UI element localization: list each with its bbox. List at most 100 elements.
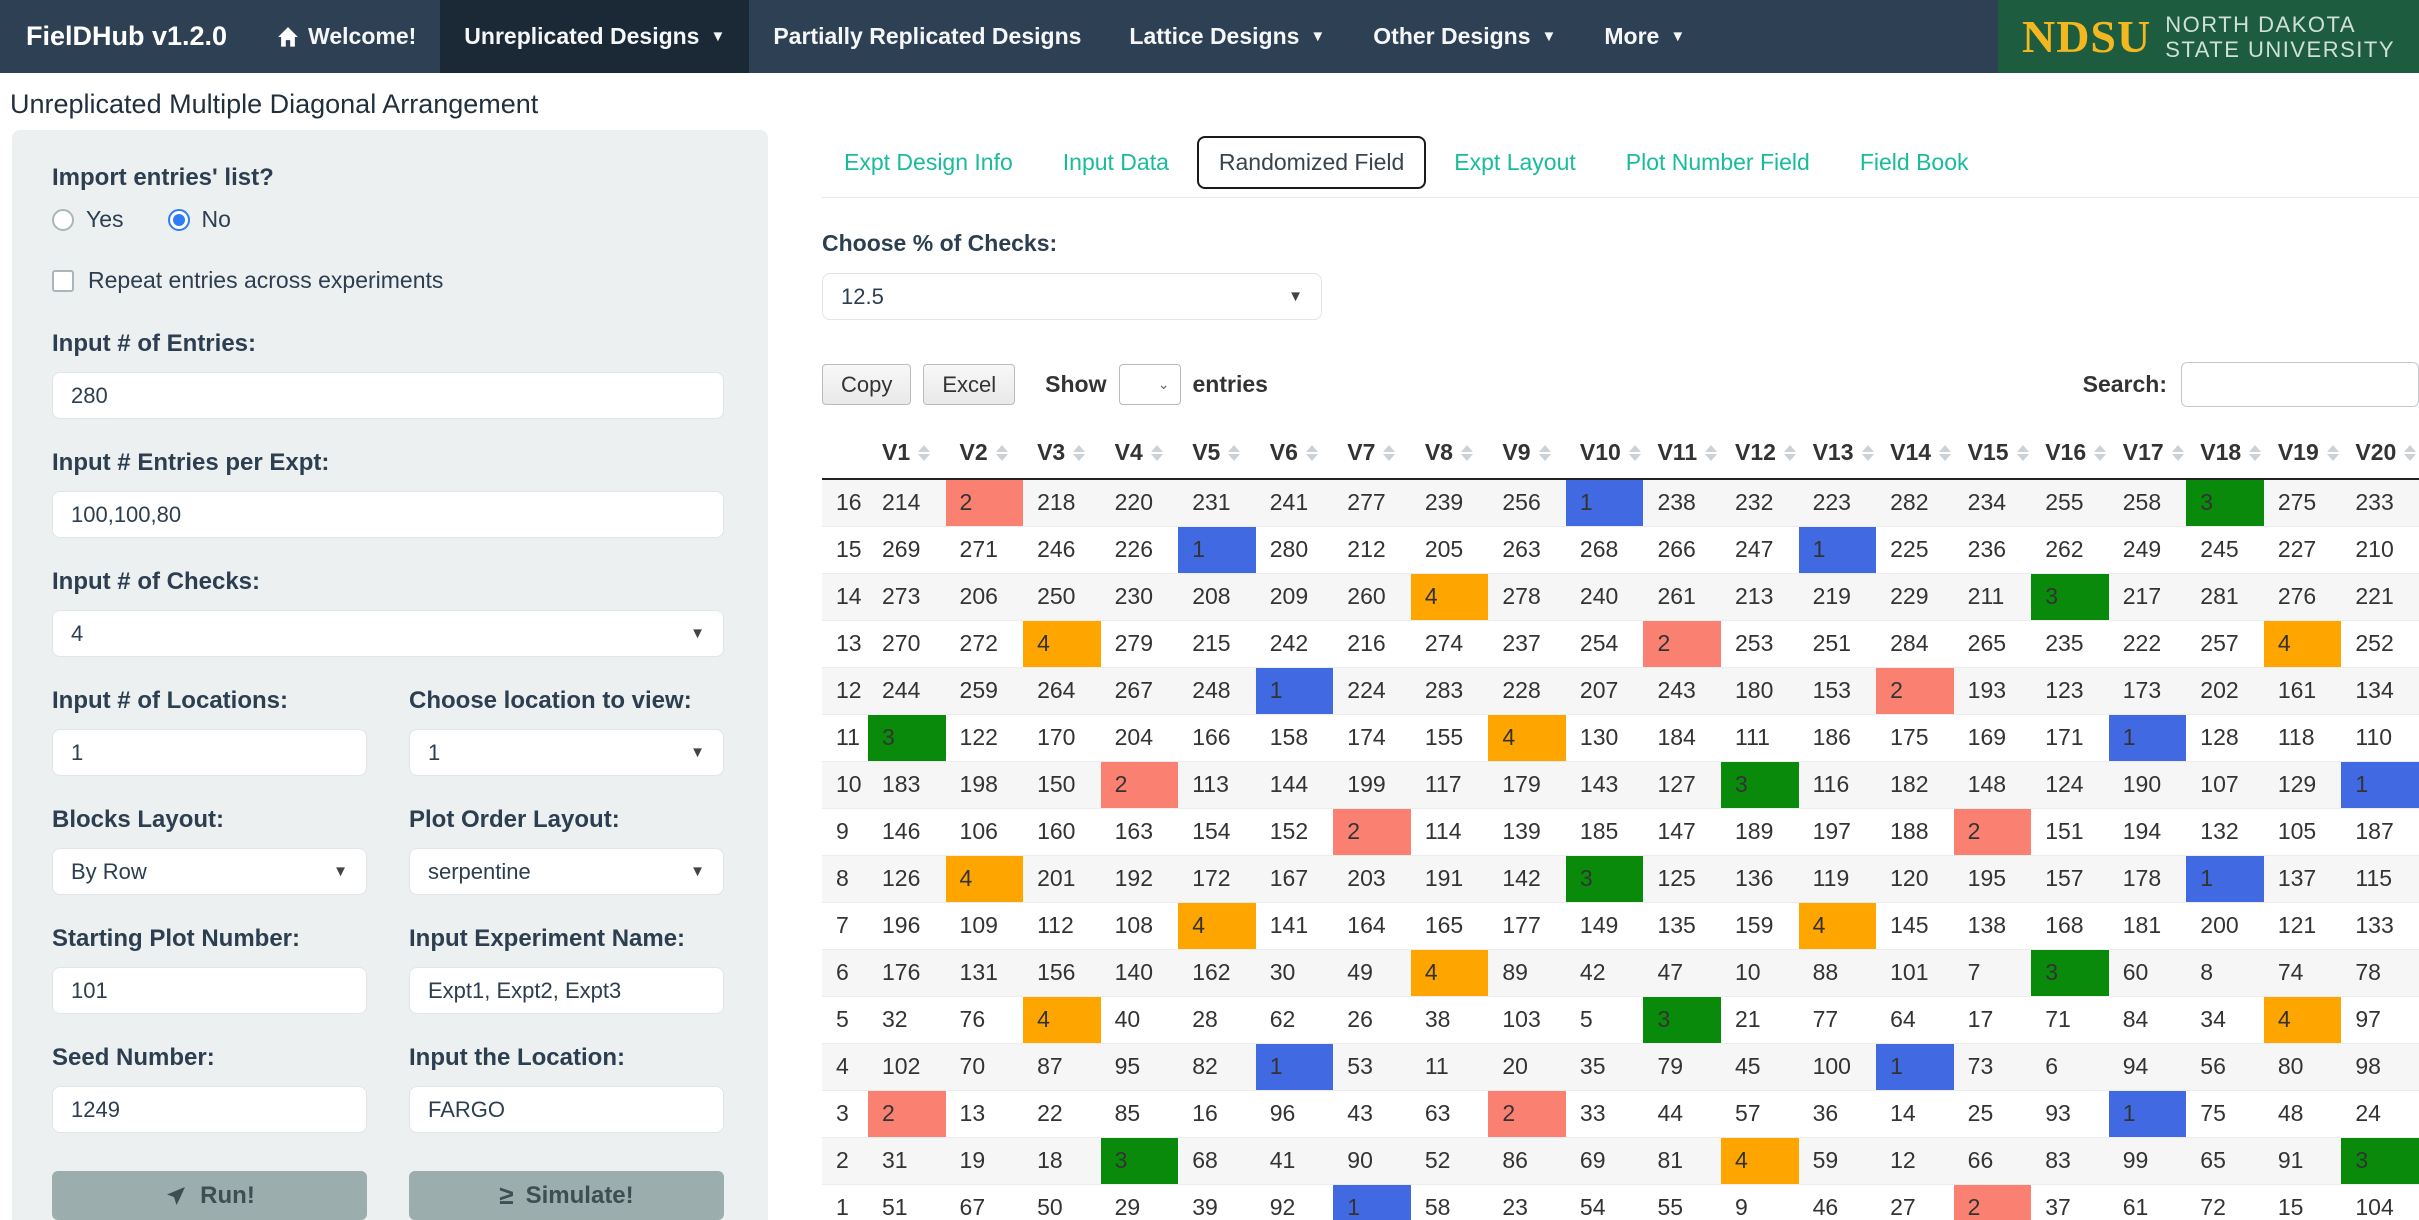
column-header-V6[interactable]: V6 (1256, 433, 1334, 479)
column-header-V15[interactable]: V15 (1954, 433, 2032, 479)
search-input[interactable] (2181, 362, 2419, 407)
entry-plot-cell: 186 (1799, 714, 1877, 761)
entry-plot-cell: 167 (1256, 855, 1334, 902)
sort-icon (1383, 445, 1395, 461)
entry-plot-cell: 179 (1488, 761, 1566, 808)
column-header-V10[interactable]: V10 (1566, 433, 1644, 479)
entry-plot-cell: 138 (1954, 902, 2032, 949)
entry-plot-cell: 149 (1566, 902, 1644, 949)
column-header-V11[interactable]: V11 (1643, 433, 1721, 479)
expt-name-input[interactable]: Expt1, Expt2, Expt3 (409, 967, 724, 1014)
tab-expt-layout[interactable]: Expt Layout (1432, 136, 1597, 189)
entry-plot-cell: 21 (1721, 996, 1799, 1043)
repeat-entries-checkbox[interactable]: Repeat entries across experiments (52, 267, 724, 294)
entry-plot-cell: 193 (1954, 667, 2032, 714)
column-header-V20[interactable]: V20 (2341, 433, 2419, 479)
entry-plot-cell: 266 (1643, 526, 1721, 573)
location-input[interactable]: FARGO (409, 1086, 724, 1133)
location-view-select[interactable]: 1 ▼ (409, 729, 724, 776)
check-plot-cell: 1 (1799, 526, 1877, 573)
column-header-V16[interactable]: V16 (2031, 433, 2109, 479)
nav-item-unreplicated-designs[interactable]: Unreplicated Designs ▼ (440, 0, 749, 73)
entry-plot-cell: 135 (1643, 902, 1721, 949)
entry-plot-cell: 59 (1799, 1137, 1877, 1184)
entry-plot-cell: 123 (2031, 667, 2109, 714)
plot-order-select[interactable]: serpentine ▼ (409, 848, 724, 895)
sort-icon (2249, 445, 2261, 461)
copy-button[interactable]: Copy (822, 364, 911, 405)
starting-plot-input[interactable]: 101 (52, 967, 367, 1014)
entry-plot-cell: 58 (1411, 1184, 1489, 1220)
entry-plot-cell: 103 (1488, 996, 1566, 1043)
entry-plot-cell: 29 (1101, 1184, 1179, 1220)
column-header-V5[interactable]: V5 (1178, 433, 1256, 479)
entries-label: Input # of Entries: (52, 330, 724, 358)
locations-input[interactable]: 1 (52, 729, 367, 776)
check-plot-cell: 1 (2109, 714, 2187, 761)
nav-item-other-designs[interactable]: Other Designs ▼ (1349, 0, 1580, 73)
column-header-V17[interactable]: V17 (2109, 433, 2187, 479)
entries-per-expt-input[interactable]: 100,100,80 (52, 491, 724, 538)
column-header-V19[interactable]: V19 (2264, 433, 2342, 479)
blocks-layout-select[interactable]: By Row ▼ (52, 848, 367, 895)
check-plot-cell: 3 (2031, 573, 2109, 620)
checks-percent-select[interactable]: 12.5 ▼ (822, 273, 1322, 320)
nav-item-welcome[interactable]: Welcome! (253, 0, 440, 73)
check-plot-cell: 4 (2264, 620, 2342, 667)
simulate-button[interactable]: ≥ Simulate! (409, 1171, 724, 1220)
entries-input[interactable]: 280 (52, 372, 724, 419)
check-plot-cell: 4 (946, 855, 1024, 902)
page-length-select[interactable]: ⌄ (1119, 364, 1181, 405)
entry-plot-cell: 191 (1411, 855, 1489, 902)
excel-button[interactable]: Excel (923, 364, 1015, 405)
entry-plot-cell: 274 (1411, 620, 1489, 667)
check-plot-cell: 1 (1178, 526, 1256, 573)
column-header-V2[interactable]: V2 (946, 433, 1024, 479)
column-header-V7[interactable]: V7 (1333, 433, 1411, 479)
column-header-V4[interactable]: V4 (1101, 433, 1179, 479)
tab-plot-number-field[interactable]: Plot Number Field (1604, 136, 1832, 189)
column-header-V18[interactable]: V18 (2186, 433, 2264, 479)
nav-item-more[interactable]: More ▼ (1580, 0, 1709, 73)
column-header-V3[interactable]: V3 (1023, 433, 1101, 479)
entry-plot-cell: 229 (1876, 573, 1954, 620)
column-label: V18 (2200, 439, 2241, 466)
run-button[interactable]: Run! (52, 1171, 367, 1220)
column-header-V1[interactable]: V1 (868, 433, 946, 479)
entry-plot-cell: 107 (2186, 761, 2264, 808)
nav-item-partially-replicated-designs[interactable]: Partially Replicated Designs (749, 0, 1105, 73)
row-number-cell: 11 (822, 714, 868, 761)
seed-input[interactable]: 1249 (52, 1086, 367, 1133)
row-number-cell: 7 (822, 902, 868, 949)
column-header-V14[interactable]: V14 (1876, 433, 1954, 479)
entry-plot-cell: 192 (1101, 855, 1179, 902)
entry-plot-cell: 30 (1256, 949, 1334, 996)
tab-input-data[interactable]: Input Data (1041, 136, 1191, 189)
entry-plot-cell: 277 (1333, 479, 1411, 526)
entry-plot-cell: 205 (1411, 526, 1489, 573)
entry-plot-cell: 269 (868, 526, 946, 573)
column-header-V13[interactable]: V13 (1799, 433, 1877, 479)
entry-plot-cell: 106 (946, 808, 1024, 855)
checks-select[interactable]: 4 ▼ (52, 610, 724, 657)
blocks-layout-label: Blocks Layout: (52, 806, 367, 834)
nav-item-lattice-designs[interactable]: Lattice Designs ▼ (1105, 0, 1349, 73)
column-header-V9[interactable]: V9 (1488, 433, 1566, 479)
entry-plot-cell: 243 (1643, 667, 1721, 714)
tab-randomized-field[interactable]: Randomized Field (1197, 136, 1426, 189)
entry-plot-cell: 278 (1488, 573, 1566, 620)
entry-plot-cell: 42 (1566, 949, 1644, 996)
paper-plane-icon (164, 1184, 188, 1208)
main-panel: Expt Design Info Input Data Randomized F… (768, 130, 2419, 1220)
radio-yes[interactable]: Yes (52, 206, 124, 233)
check-plot-cell: 2 (1333, 808, 1411, 855)
column-header-V8[interactable]: V8 (1411, 433, 1489, 479)
tab-expt-design-info[interactable]: Expt Design Info (822, 136, 1035, 189)
radio-no[interactable]: No (168, 206, 231, 233)
tab-field-book[interactable]: Field Book (1838, 136, 1991, 189)
column-header-V12[interactable]: V12 (1721, 433, 1799, 479)
entry-plot-cell: 259 (946, 667, 1024, 714)
entry-plot-cell: 89 (1488, 949, 1566, 996)
check-plot-cell: 4 (1488, 714, 1566, 761)
entry-plot-cell: 43 (1333, 1090, 1411, 1137)
